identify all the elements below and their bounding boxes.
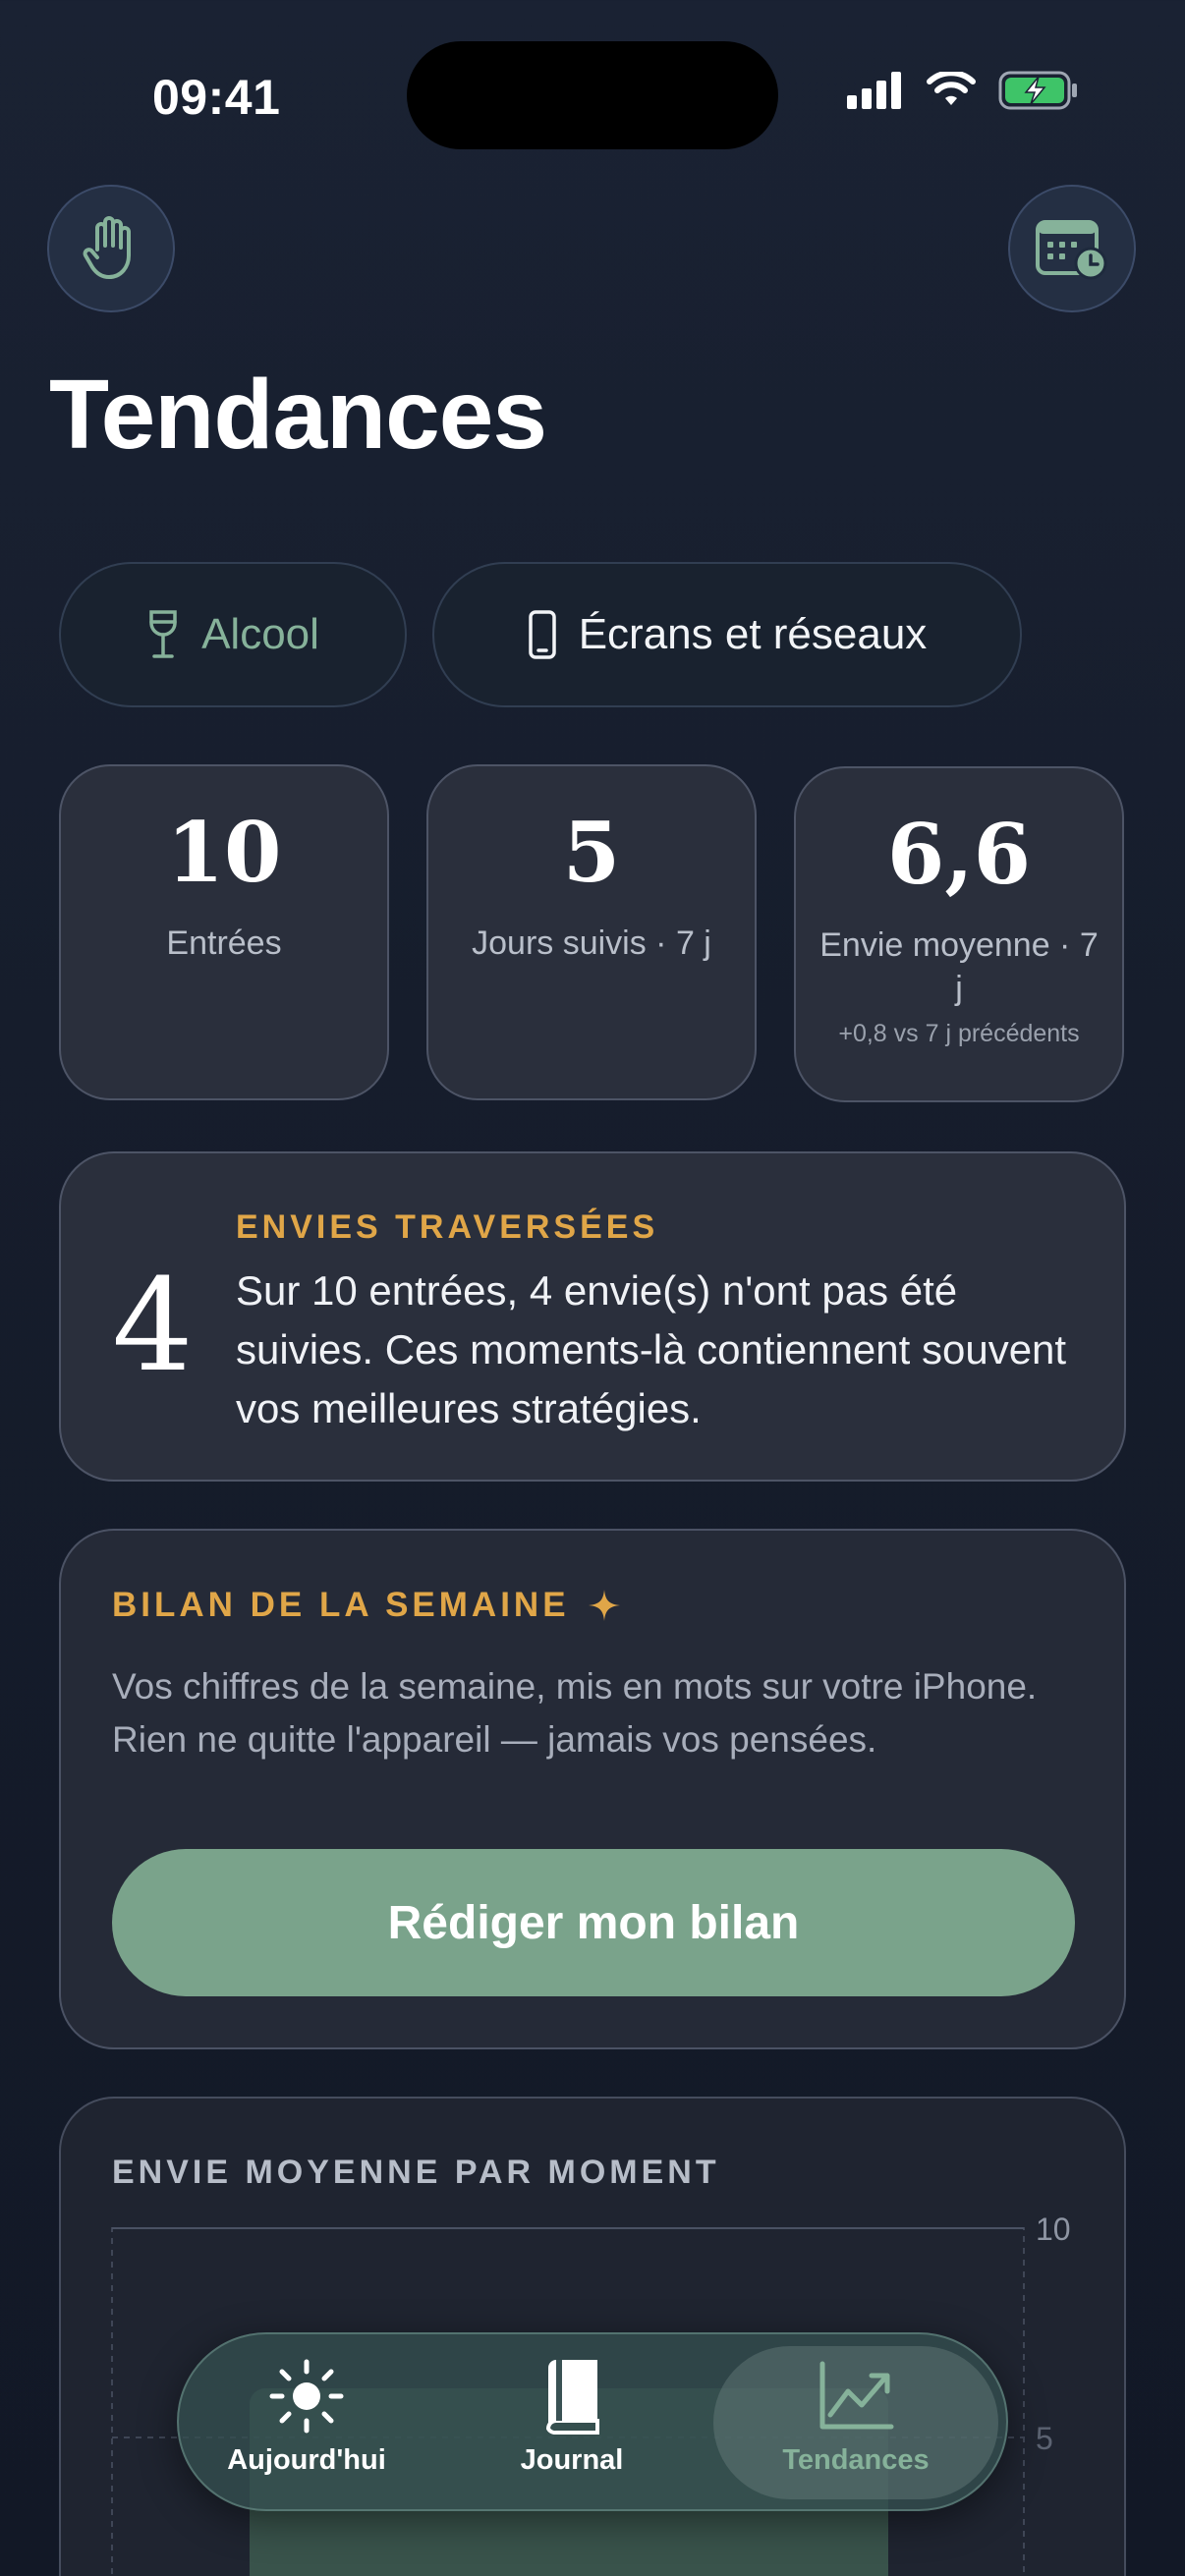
stat-card-average: 6,6 Envie moyenne · 7 j +0,8 vs 7 j préc… (794, 766, 1124, 1102)
stat-value: 6,6 (886, 806, 1032, 903)
tab-label: Aujourd'hui (227, 2444, 386, 2476)
signal-icon (847, 72, 901, 109)
page-title: Tendances (49, 360, 547, 470)
battery-charging-icon (998, 71, 1077, 110)
stat-value: 10 (166, 804, 282, 901)
bilan-kicker: BILAN DE LA SEMAINE (112, 1586, 621, 1625)
wifi-icon (927, 72, 976, 105)
status-time: 09:41 (152, 70, 281, 125)
y-tick-5: 5 (1036, 2421, 1053, 2456)
phone-icon (528, 610, 556, 659)
stat-label: Jours suivis · 7 j (472, 924, 711, 962)
envies-count: 4 (112, 1251, 194, 1400)
stat-card-days: 5 Jours suivis · 7 j (426, 764, 757, 1100)
bilan-card: BILAN DE LA SEMAINE Vos chiffres de la s… (59, 1529, 1126, 2049)
chart-line-icon (819, 2361, 894, 2430)
pause-button[interactable] (47, 185, 175, 312)
dynamic-island (407, 41, 778, 149)
tab-label: Tendances (782, 2444, 930, 2476)
sun-icon (269, 2359, 344, 2434)
stat-card-entries: 10 Entrées (59, 764, 389, 1100)
y-tick-10: 10 (1036, 2212, 1071, 2247)
segment-label: Alcool (201, 610, 319, 658)
segment-label: Écrans et réseaux (578, 610, 928, 658)
tab-journal[interactable]: Journal (483, 2346, 660, 2499)
write-bilan-button[interactable]: Rédiger mon bilan (112, 1849, 1075, 1996)
tab-today[interactable]: Aujourd'hui (218, 2346, 395, 2499)
sparkle-icon (588, 1590, 620, 1621)
envies-text: Sur 10 entrées, 4 envie(s) n'ont pas été… (236, 1267, 1067, 1431)
envies-kicker: ENVIES TRAVERSÉES (236, 1208, 659, 1246)
tab-label: Journal (520, 2444, 624, 2476)
calendar-button[interactable] (1008, 185, 1136, 312)
status-icons (847, 71, 1079, 110)
stat-value: 5 (562, 804, 621, 901)
hand-icon (83, 216, 131, 279)
stat-delta: +0,8 vs 7 j précédents (838, 1020, 1080, 1048)
wine-glass-icon (149, 610, 177, 658)
stat-label: Envie moyenne · 7 j (819, 926, 1099, 1008)
book-icon (545, 2360, 599, 2435)
bilan-kicker-text: BILAN DE LA SEMAINE (112, 1586, 570, 1624)
envies-card: 4 ENVIES TRAVERSÉES Sur 10 entrées, 4 en… (59, 1151, 1126, 1482)
tab-trends[interactable]: Tendances (713, 2346, 998, 2499)
segment-alcool[interactable]: Alcool (59, 562, 407, 707)
stat-label: Entrées (166, 924, 282, 962)
calendar-clock-icon (1036, 220, 1107, 280)
bilan-text: Vos chiffres de la semaine, mis en mots … (112, 1666, 1038, 1760)
tab-bar: Aujourd'hui Journal Tendances (177, 2332, 1008, 2511)
segment-screens[interactable]: Écrans et réseaux (432, 562, 1022, 707)
